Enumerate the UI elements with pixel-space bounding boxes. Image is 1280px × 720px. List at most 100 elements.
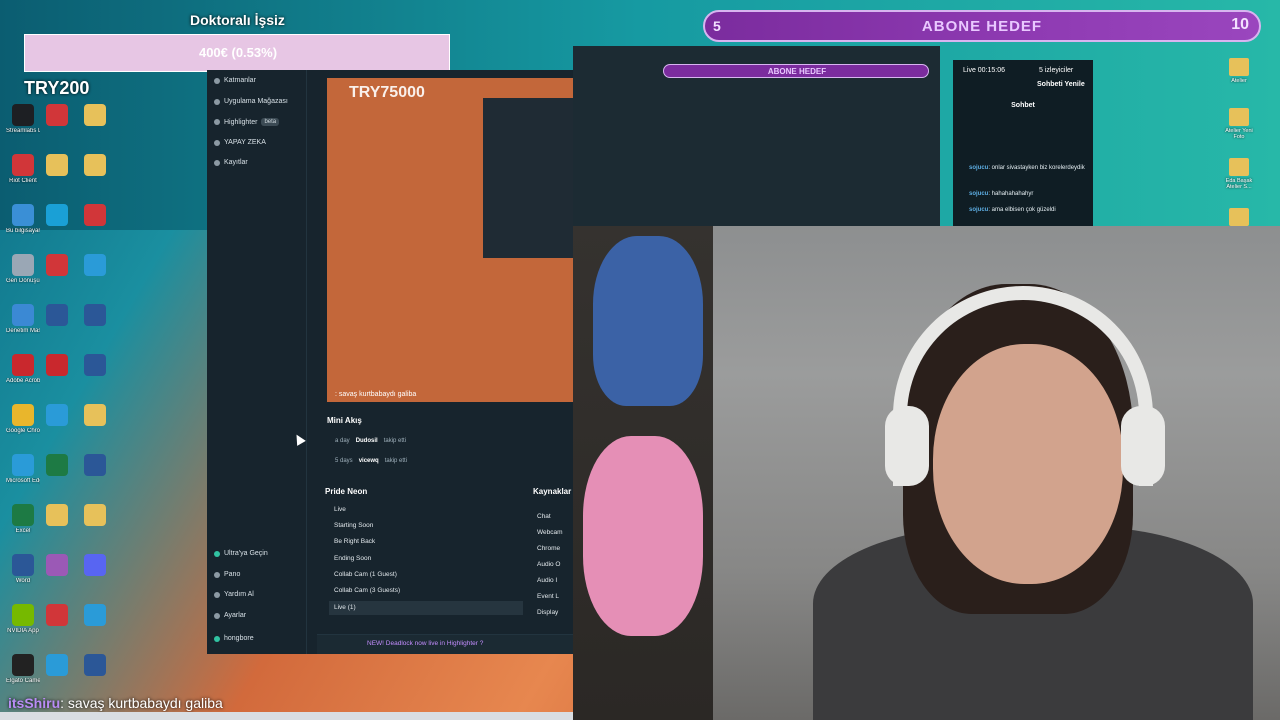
source-item[interactable]: Display xyxy=(537,609,558,616)
chat-message: sojucu: hahahahahahyr xyxy=(969,191,1034,197)
desktop-icon[interactable] xyxy=(40,404,74,426)
feed-item: 5 days vicewq takip etti xyxy=(335,458,408,464)
scene-preview[interactable]: TRY75000 : savaş kurtbabaydı galiba xyxy=(327,78,573,402)
desktop-icon[interactable] xyxy=(1224,208,1254,228)
scene-item[interactable]: Collab Cam (3 Guests) xyxy=(334,587,400,594)
app-icon xyxy=(12,354,34,376)
chat-title: Sohbet xyxy=(1011,102,1035,109)
refresh-chat-button[interactable]: Sohbeti Yenile xyxy=(1037,81,1085,88)
app-icon xyxy=(12,454,34,476)
desktop-icon[interactable]: Denetim Masası xyxy=(6,304,40,335)
store-icon xyxy=(214,98,220,105)
source-item[interactable]: Audio I xyxy=(537,577,557,584)
desktop-icon[interactable] xyxy=(40,354,74,376)
desktop-icon[interactable] xyxy=(78,354,112,376)
desktop-icon[interactable] xyxy=(78,454,112,476)
desktop-icon[interactable] xyxy=(40,254,74,276)
desktop-icon[interactable] xyxy=(78,404,112,426)
app-icon xyxy=(46,104,68,126)
scene-collection-title[interactable]: Pride Neon xyxy=(325,487,367,496)
scene-item[interactable]: Ending Soon xyxy=(334,555,371,562)
desktop-icon[interactable] xyxy=(40,554,74,576)
source-item[interactable]: Audio O xyxy=(537,561,561,568)
screen: Streamlabs Desktop Riot Client Bu bilgisay… xyxy=(0,0,1280,720)
desktop-icon[interactable] xyxy=(78,554,112,576)
desktop-icon[interactable] xyxy=(40,454,74,476)
desktop-icon[interactable]: Word xyxy=(6,554,40,585)
desktop-icon[interactable]: Microsoft Edge xyxy=(6,454,40,485)
source-item[interactable]: Chrome xyxy=(537,545,560,552)
desktop-icon-label: Word xyxy=(15,578,31,584)
sources-title: Kaynaklar xyxy=(533,487,572,496)
sidebar-item-account[interactable]: hongbore xyxy=(214,635,254,642)
desktop-icon[interactable] xyxy=(40,154,74,176)
dashboard-icon xyxy=(214,571,220,578)
webcam-feed xyxy=(573,226,1280,720)
desktop-icon[interactable]: Google Chrome xyxy=(6,404,40,435)
sidebar-item-recordings[interactable]: Kayıtlar xyxy=(214,159,248,166)
app-icon xyxy=(46,454,68,476)
desktop-icon[interactable] xyxy=(40,654,74,676)
desktop-icon[interactable]: Atelier Yeni Foto xyxy=(1224,108,1254,140)
sidebar-item-settings[interactable]: Ayarlar xyxy=(214,612,246,619)
headset-ear-right xyxy=(1121,406,1165,486)
desktop-icon[interactable]: Geri Dönüşüm xyxy=(6,254,40,285)
desktop-icon[interactable] xyxy=(40,104,74,126)
desktop-icon[interactable]: Bu bilgisayar xyxy=(6,204,40,235)
sidebar-item-dashboard[interactable]: Pano xyxy=(214,571,240,578)
desktop-icon[interactable] xyxy=(78,154,112,176)
app-icon xyxy=(84,354,106,376)
desktop-icon-label: Atelier Yeni Foto xyxy=(1225,128,1253,140)
status-bar: NEW! Deadlock now live in Highlighter ? xyxy=(317,634,573,654)
desktop-icon[interactable] xyxy=(78,204,112,226)
scene-item[interactable]: Live (1) xyxy=(334,604,356,611)
desktop-icon[interactable]: Eda Başak Atelier S... xyxy=(1224,158,1254,190)
preview-chat-caption: : savaş kurtbabaydı galiba xyxy=(335,391,417,398)
desktop-icon[interactable]: Streamlabs Desktop xyxy=(6,104,40,135)
desktop-icon[interactable] xyxy=(40,204,74,226)
source-item[interactable]: Event L xyxy=(537,593,559,600)
chat-panel: Live 00:15:06 5 izleyiciler Sohbeti Yeni… xyxy=(953,60,1093,226)
app-icon xyxy=(12,104,34,126)
desktop-icon[interactable] xyxy=(40,304,74,326)
desktop-icon[interactable]: Riot Client xyxy=(6,154,40,185)
blue-plush xyxy=(593,236,703,406)
desktop-icon[interactable]: Adobe Acrobat xyxy=(6,354,40,385)
live-timer: Live 00:15:06 xyxy=(963,67,1006,74)
scene-item[interactable]: Starting Soon xyxy=(334,522,373,529)
sidebar-item-layers[interactable]: Katmanlar xyxy=(214,77,256,84)
desktop-icon[interactable]: Elgato Camera Hub xyxy=(6,654,40,685)
desktop-icon[interactable] xyxy=(78,254,112,276)
desktop-icon[interactable] xyxy=(78,104,112,126)
preview-try-amount: TRY75000 xyxy=(349,84,425,101)
desktop-icon[interactable] xyxy=(78,654,112,676)
desktop-icon[interactable] xyxy=(40,604,74,626)
desktop-icon[interactable] xyxy=(78,504,112,526)
sidebar-item-app-store[interactable]: Uygulama Mağazası xyxy=(214,98,288,105)
news-banner-link[interactable]: NEW! Deadlock now live in Highlighter ? xyxy=(367,640,483,647)
desktop-icon-label: Excel xyxy=(15,528,31,534)
desktop-icon-label: Denetim Masası xyxy=(6,328,40,334)
scene-item[interactable]: Live xyxy=(334,506,346,513)
sidebar-item-highlighter[interactable]: Highlighter beta xyxy=(214,118,280,126)
sub-goal-preview-bar: ABONE HEDEF xyxy=(663,64,929,78)
desktop-icon[interactable]: Atelier xyxy=(1224,58,1254,84)
desktop-icon[interactable]: Excel xyxy=(6,504,40,535)
desktop-icon-label: Atelier xyxy=(1231,78,1247,84)
source-item[interactable]: Chat xyxy=(537,513,551,520)
desktop-icon[interactable] xyxy=(78,604,112,626)
sidebar-item-ai[interactable]: YAPAY ZEKA xyxy=(214,139,266,146)
scene-item[interactable]: Be Right Back xyxy=(334,538,375,545)
nested-preview xyxy=(483,98,573,258)
app-icon xyxy=(12,254,34,276)
sidebar-item-ultra[interactable]: Ultra'ya Geçin xyxy=(214,550,268,557)
desktop-icon[interactable] xyxy=(40,504,74,526)
sidebar-item-help[interactable]: Yardım Al xyxy=(214,591,254,598)
viewer-count: 5 izleyiciler xyxy=(1039,67,1074,74)
desktop-icon[interactable] xyxy=(78,304,112,326)
scene-item[interactable]: Collab Cam (1 Guest) xyxy=(334,571,397,578)
desktop-icon-label: Microsoft Edge xyxy=(6,478,40,484)
source-item[interactable]: Webcam xyxy=(537,529,563,536)
desktop-icon[interactable]: NVIDIA App xyxy=(6,604,40,635)
goal-title: Doktoralı İşsiz xyxy=(190,12,285,28)
